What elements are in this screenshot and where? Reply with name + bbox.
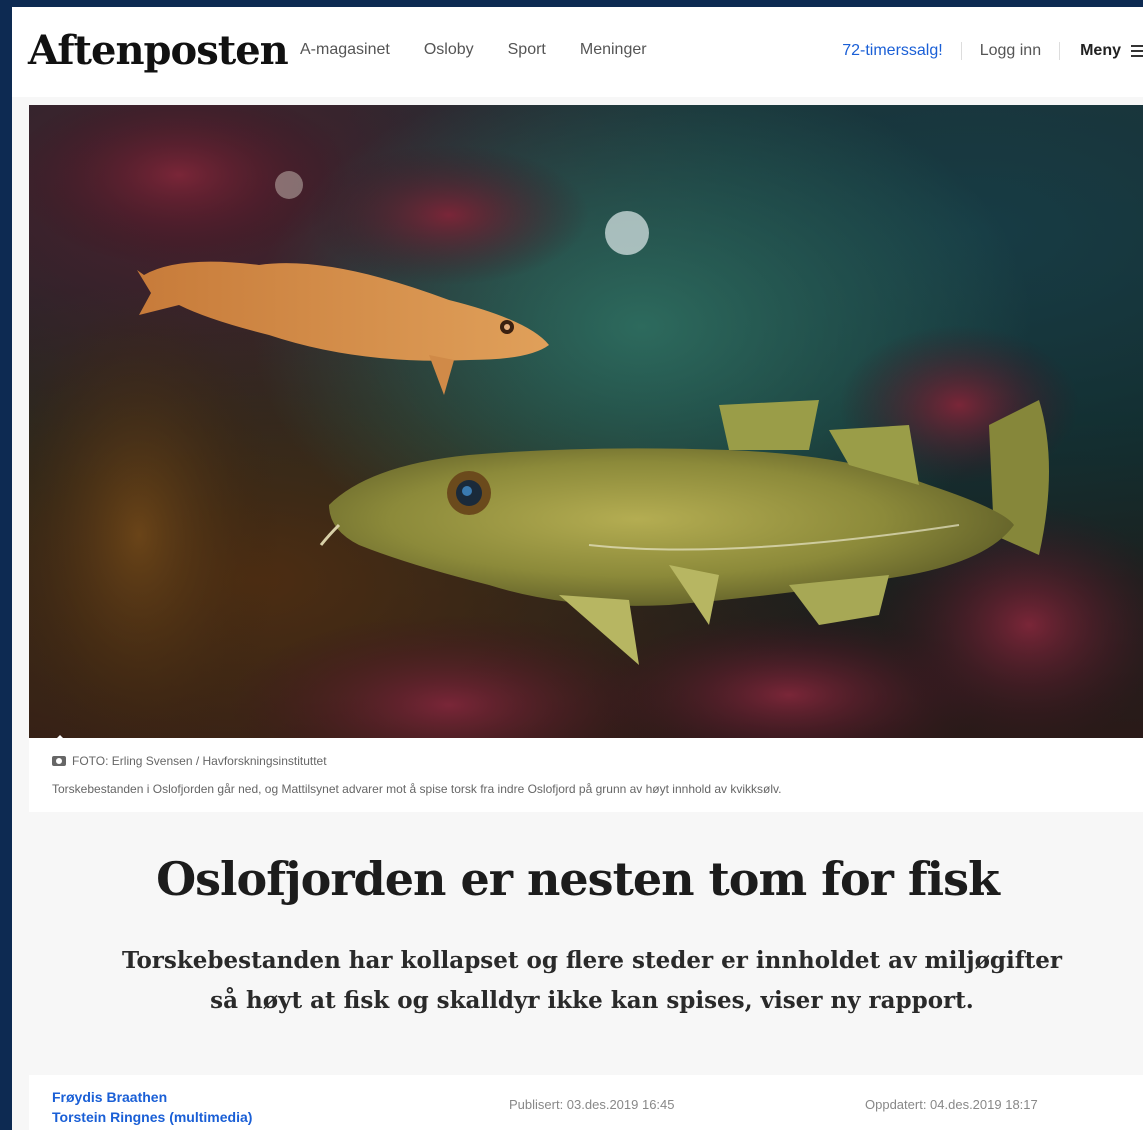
updated-date: Oppdatert: 04.des.2019 18:17: [865, 1097, 1038, 1112]
camera-icon: [52, 756, 66, 766]
nav-item-meninger[interactable]: Meninger: [580, 41, 647, 59]
nav-item-osloby[interactable]: Osloby: [424, 41, 474, 59]
site-header: Aftenposten A-magasinet Osloby Sport Men…: [12, 7, 1143, 97]
sale-link[interactable]: 72-timerssalg!: [842, 42, 962, 60]
hamburger-icon: [1131, 44, 1143, 58]
byline: Frøydis Braathen Torstein Ringnes (multi…: [29, 1075, 1143, 1130]
window-frame: [0, 0, 12, 205]
main-nav: A-magasinet Osloby Sport Meninger: [300, 41, 647, 59]
author-link[interactable]: Torstein Ringnes (multimedia): [52, 1107, 252, 1127]
user-nav: 72-timerssalg! Logg inn Meny: [842, 37, 1143, 65]
login-link[interactable]: Logg inn: [962, 42, 1061, 60]
fish-photo: [29, 105, 1143, 738]
article-title: Oslofjorden er nesten tom for fisk: [156, 852, 1000, 906]
site-logo[interactable]: Aftenposten: [28, 27, 289, 74]
photo-credit-text: FOTO: Erling Svensen / Havforskningsinst…: [72, 754, 327, 768]
nav-item-sport[interactable]: Sport: [508, 41, 546, 59]
image-caption: FOTO: Erling Svensen / Havforskningsinst…: [29, 738, 1143, 812]
article-page: Aftenposten A-magasinet Osloby Sport Men…: [12, 7, 1143, 1130]
caption-text: Torskebestanden i Oslofjorden går ned, o…: [52, 782, 782, 796]
author-link[interactable]: Frøydis Braathen: [52, 1087, 252, 1107]
hero-image: [29, 105, 1143, 738]
published-date: Publisert: 03.des.2019 16:45: [509, 1097, 675, 1112]
photo-credit: FOTO: Erling Svensen / Havforskningsinst…: [52, 754, 327, 768]
nav-item-a-magasinet[interactable]: A-magasinet: [300, 41, 390, 59]
menu-label: Meny: [1080, 42, 1121, 59]
article-lead: Torskebestanden har kollapset og flere s…: [121, 947, 1063, 1014]
menu-button[interactable]: Meny: [1060, 42, 1143, 60]
author-list: Frøydis Braathen Torstein Ringnes (multi…: [52, 1087, 252, 1127]
